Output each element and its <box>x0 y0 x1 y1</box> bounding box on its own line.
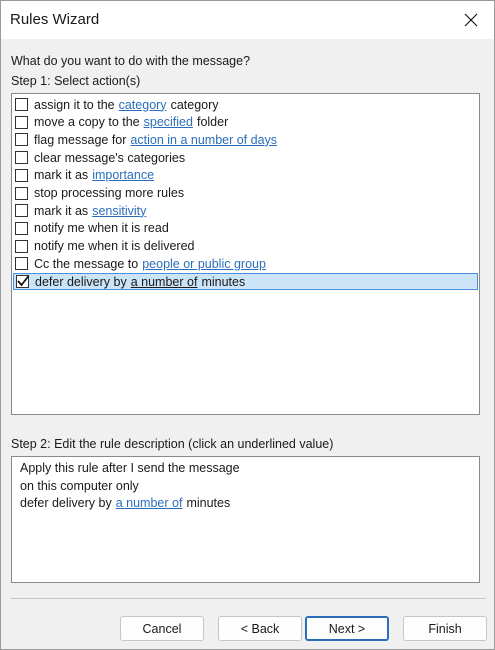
action-text: move a copy to the <box>34 115 140 130</box>
checkbox[interactable] <box>15 221 28 235</box>
action-item[interactable]: notify me when it is read <box>13 220 478 237</box>
action-link[interactable]: sensitivity <box>92 204 146 218</box>
action-item[interactable]: flag message for action in a number of da… <box>13 131 478 148</box>
action-item[interactable]: mark it as importance <box>13 167 478 184</box>
close-button[interactable] <box>448 1 494 39</box>
action-text: clear message's categories <box>34 150 186 165</box>
action-text: notify me when it is read <box>34 221 169 236</box>
description-line: defer delivery by a number of minutes <box>20 495 471 513</box>
back-button[interactable]: < Back <box>218 616 302 641</box>
description-line: on this computer only <box>20 478 139 493</box>
action-text: flag message for <box>34 132 127 147</box>
action-link[interactable]: importance <box>92 168 154 182</box>
action-text: mark it as <box>34 168 89 183</box>
checkbox[interactable] <box>15 98 28 111</box>
checkbox[interactable] <box>15 168 28 182</box>
action-text: category <box>170 97 219 112</box>
action-item[interactable]: Cc the message to people or public group <box>13 255 478 272</box>
checkbox[interactable] <box>15 151 28 165</box>
action-link[interactable]: a number of <box>131 275 198 289</box>
description-line: Apply this rule after I send the message <box>20 461 240 475</box>
action-text: defer delivery by <box>35 274 127 289</box>
checkbox[interactable] <box>15 239 28 253</box>
step2-label: Step 2: Edit the rule description (click… <box>11 437 334 451</box>
action-item[interactable]: stop processing more rules <box>13 185 478 202</box>
action-item[interactable]: notify me when it is delivered <box>13 238 478 255</box>
rules-wizard-dialog: Rules Wizard What do you want to do with… <box>0 0 495 650</box>
action-text: stop processing more rules <box>34 186 185 200</box>
checkbox[interactable] <box>15 115 28 129</box>
action-item[interactable]: mark it as sensitivity <box>13 202 478 219</box>
action-item[interactable]: clear message's categories <box>13 149 478 166</box>
action-link[interactable]: action in a number of days <box>130 133 277 147</box>
cancel-button[interactable]: Cancel <box>120 616 204 641</box>
step1-label: Step 1: Select action(s) <box>11 74 141 88</box>
checkbox[interactable] <box>15 133 28 147</box>
action-item[interactable]: assign it to the category category <box>13 96 478 113</box>
window-title: Rules Wizard <box>10 11 100 28</box>
description-text: defer delivery by <box>20 496 112 510</box>
action-item[interactable]: defer delivery by a number of minutes <box>13 273 478 290</box>
action-text: notify me when it is delivered <box>34 239 195 254</box>
finish-button[interactable]: Finish <box>403 616 487 641</box>
action-text: folder <box>196 115 229 130</box>
close-icon <box>464 13 478 27</box>
action-text: Cc the message to <box>34 256 139 271</box>
action-text: minutes <box>201 274 246 289</box>
rule-description-box: Apply this rule after I send the message… <box>11 456 480 583</box>
checkbox[interactable] <box>15 186 28 200</box>
checkbox[interactable] <box>15 257 28 271</box>
description-text: minutes <box>186 496 231 510</box>
checkbox-checked[interactable] <box>16 275 30 288</box>
checkbox[interactable] <box>15 204 28 218</box>
action-link[interactable]: specified <box>144 115 193 129</box>
checkmark-icon <box>17 275 30 287</box>
footer-separator <box>11 598 486 599</box>
title-bar: Rules Wizard <box>1 1 494 39</box>
number-of-minutes-link[interactable]: a number of <box>116 496 183 510</box>
action-text: assign it to the <box>34 97 115 112</box>
next-button[interactable]: Next > <box>305 616 389 641</box>
action-item[interactable]: move a copy to the specified folder <box>13 114 478 131</box>
action-link[interactable]: people or public group <box>142 257 266 271</box>
question-text: What do you want to do with the message? <box>11 54 251 68</box>
actions-list[interactable]: assign it to the category category move a c… <box>11 93 480 415</box>
action-link[interactable]: category <box>119 98 167 112</box>
action-text: mark it as <box>34 203 89 218</box>
